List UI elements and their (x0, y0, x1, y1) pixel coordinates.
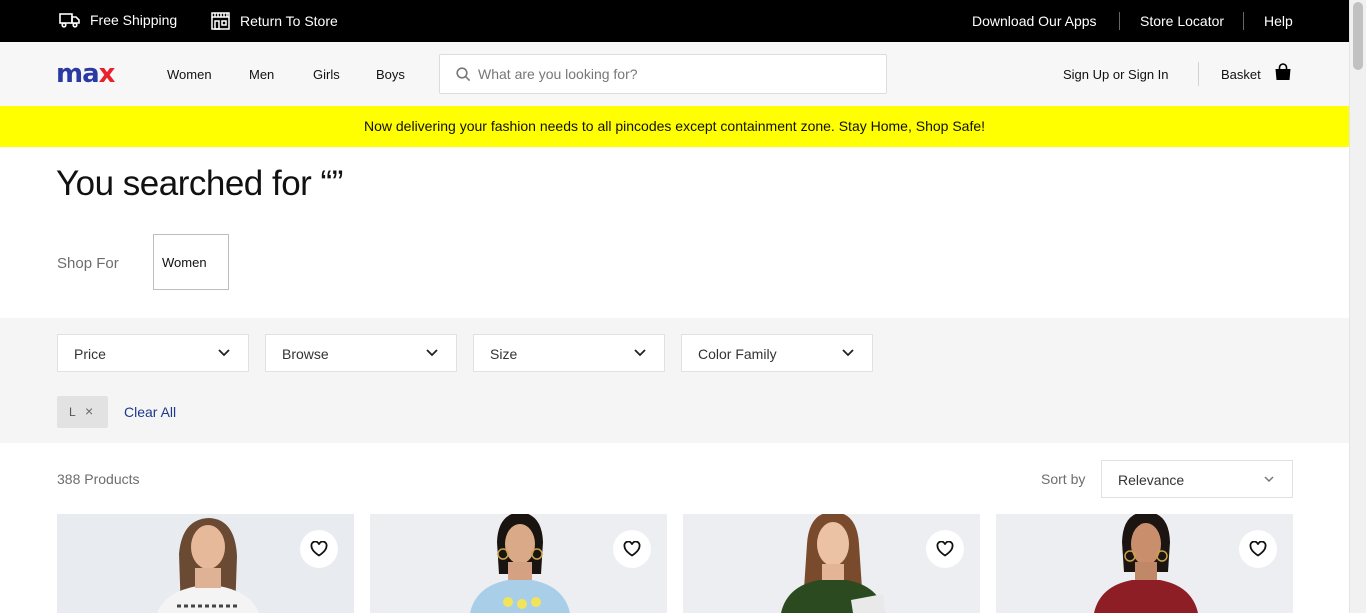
sort-value: Relevance (1118, 472, 1185, 488)
help-link[interactable]: Help (1264, 13, 1293, 29)
product-card[interactable] (683, 514, 980, 613)
basket-icon[interactable] (1274, 63, 1292, 81)
remove-filter-icon[interactable]: × (85, 403, 93, 419)
dropdown-label: Color Family (698, 346, 777, 362)
page-title: You searched for “” (56, 164, 343, 203)
store-icon (211, 12, 230, 30)
wishlist-button[interactable] (300, 530, 338, 568)
dropdown-label: Browse (282, 346, 329, 362)
clear-all-link[interactable]: Clear All (124, 404, 176, 420)
page-scrollbar[interactable] (1349, 0, 1366, 613)
browse-filter-dropdown[interactable]: Browse (265, 334, 457, 372)
wishlist-button[interactable] (1239, 530, 1277, 568)
free-shipping-label: Free Shipping (90, 12, 178, 28)
search-icon (456, 67, 471, 82)
return-to-store-label: Return To Store (240, 13, 338, 29)
size-filter-dropdown[interactable]: Size (473, 334, 665, 372)
chevron-down-icon (426, 349, 438, 357)
product-card[interactable] (57, 514, 354, 613)
free-shipping-link[interactable]: Free Shipping (59, 12, 177, 28)
heart-icon (936, 541, 954, 557)
shop-for-label: Shop For (57, 255, 119, 272)
nav-men[interactable]: Men (249, 67, 274, 82)
filter-bar: Price Browse Size Color Family L × Clear… (0, 318, 1349, 443)
divider (1198, 62, 1199, 86)
search-input[interactable] (478, 63, 868, 85)
return-to-store-link[interactable]: Return To Store (210, 12, 338, 30)
color-family-filter-dropdown[interactable]: Color Family (681, 334, 873, 372)
wishlist-button[interactable] (926, 530, 964, 568)
product-card[interactable] (370, 514, 667, 613)
logo-text: ma (56, 59, 100, 89)
dropdown-label: Size (490, 346, 518, 362)
store-locator-link[interactable]: Store Locator (1140, 13, 1224, 29)
sort-by-label: Sort by (1041, 471, 1086, 487)
shop-for-women-option[interactable]: Women (153, 234, 229, 290)
chevron-down-icon (218, 349, 230, 357)
divider (1243, 12, 1244, 30)
product-card[interactable] (996, 514, 1293, 613)
top-bar: Free Shipping Return To Store Download O… (0, 0, 1349, 42)
heart-icon (623, 541, 641, 557)
main-header: max Women Men Girls Boys Sign Up or Sign… (0, 42, 1349, 106)
product-count: 388 Products (57, 471, 140, 487)
chevron-down-icon (634, 349, 646, 357)
truck-icon (59, 13, 80, 28)
heart-icon (1249, 541, 1267, 557)
search-box[interactable] (439, 54, 887, 94)
wishlist-button[interactable] (613, 530, 651, 568)
dropdown-label: Price (74, 346, 106, 362)
signin-link[interactable]: Sign Up or Sign In (1063, 67, 1169, 82)
max-logo[interactable]: max (56, 59, 116, 89)
chevron-down-icon (842, 349, 854, 357)
applied-filter-chip: L × (57, 396, 108, 428)
scrollbar-thumb[interactable] (1353, 2, 1363, 70)
nav-girls[interactable]: Girls (313, 67, 340, 82)
nav-women[interactable]: Women (167, 67, 212, 82)
sort-select[interactable]: Relevance (1101, 460, 1293, 498)
logo-text-x: x (98, 59, 116, 89)
delivery-banner: Now delivering your fashion needs to all… (0, 106, 1349, 147)
heart-icon (310, 541, 328, 557)
divider (1119, 12, 1120, 30)
chevron-down-icon (1264, 476, 1274, 482)
download-apps-link[interactable]: Download Our Apps (972, 13, 1097, 29)
nav-boys[interactable]: Boys (376, 67, 405, 82)
chip-label: L (69, 405, 76, 419)
basket-link[interactable]: Basket (1221, 67, 1261, 82)
price-filter-dropdown[interactable]: Price (57, 334, 249, 372)
